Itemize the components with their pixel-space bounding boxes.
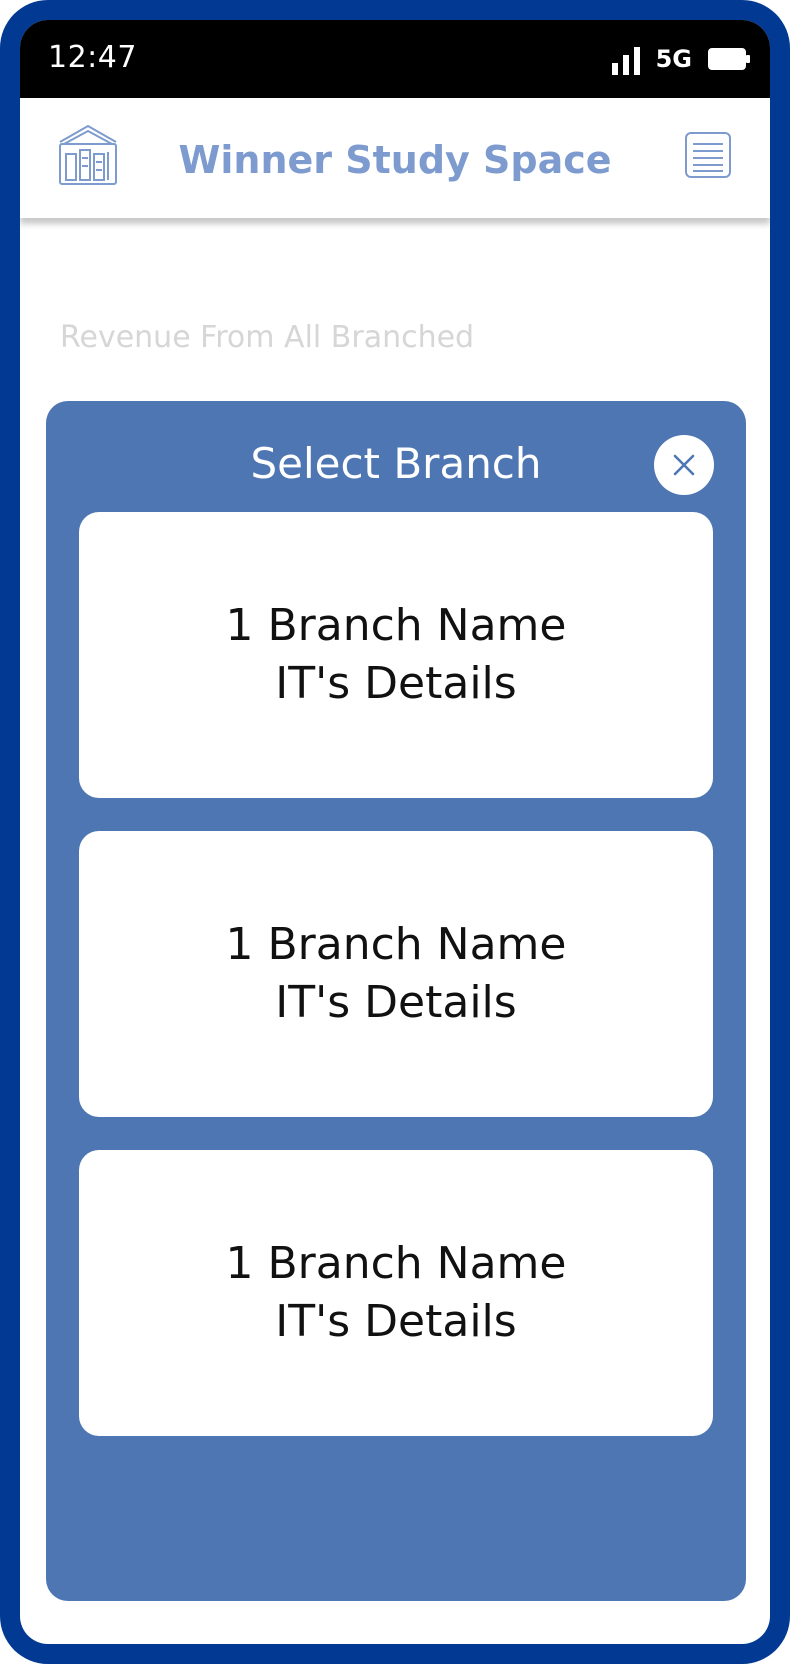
branch-card[interactable]: 1 Branch Name IT's Details [79,831,713,1117]
status-bar: 12:47 5G [20,20,770,98]
network-label: 5G [655,45,692,73]
app-bar: Winner Study Space [20,98,770,218]
branch-card[interactable]: 1 Branch Name IT's Details [79,1150,713,1436]
branch-name: 1 Branch Name [225,1238,567,1289]
app-title: Winner Study Space [178,138,612,182]
modal-title: Select Branch [250,439,542,488]
close-icon [673,454,695,476]
branch-details: IT's Details [275,1296,517,1347]
device-frame: 12:47 5G Winner Study Space Revenue From… [0,0,790,1664]
branch-card[interactable]: 1 Branch Name IT's Details [79,512,713,798]
signal-icon [611,43,640,75]
screen: 12:47 5G Winner Study Space Revenue From… [20,20,770,1644]
branch-name: 1 Branch Name [225,919,567,970]
branch-name: 1 Branch Name [225,600,567,651]
branch-details: IT's Details [275,977,517,1028]
battery-icon [708,48,750,70]
status-time: 12:47 [48,40,137,75]
branch-details: IT's Details [275,658,517,709]
menu-list-icon[interactable] [684,131,732,179]
close-button[interactable] [654,435,714,495]
select-branch-modal: Select Branch 1 Branch Name IT's Details… [46,401,746,1601]
revenue-label: Revenue From All Branched [60,320,475,355]
status-icons: 5G [611,42,750,76]
